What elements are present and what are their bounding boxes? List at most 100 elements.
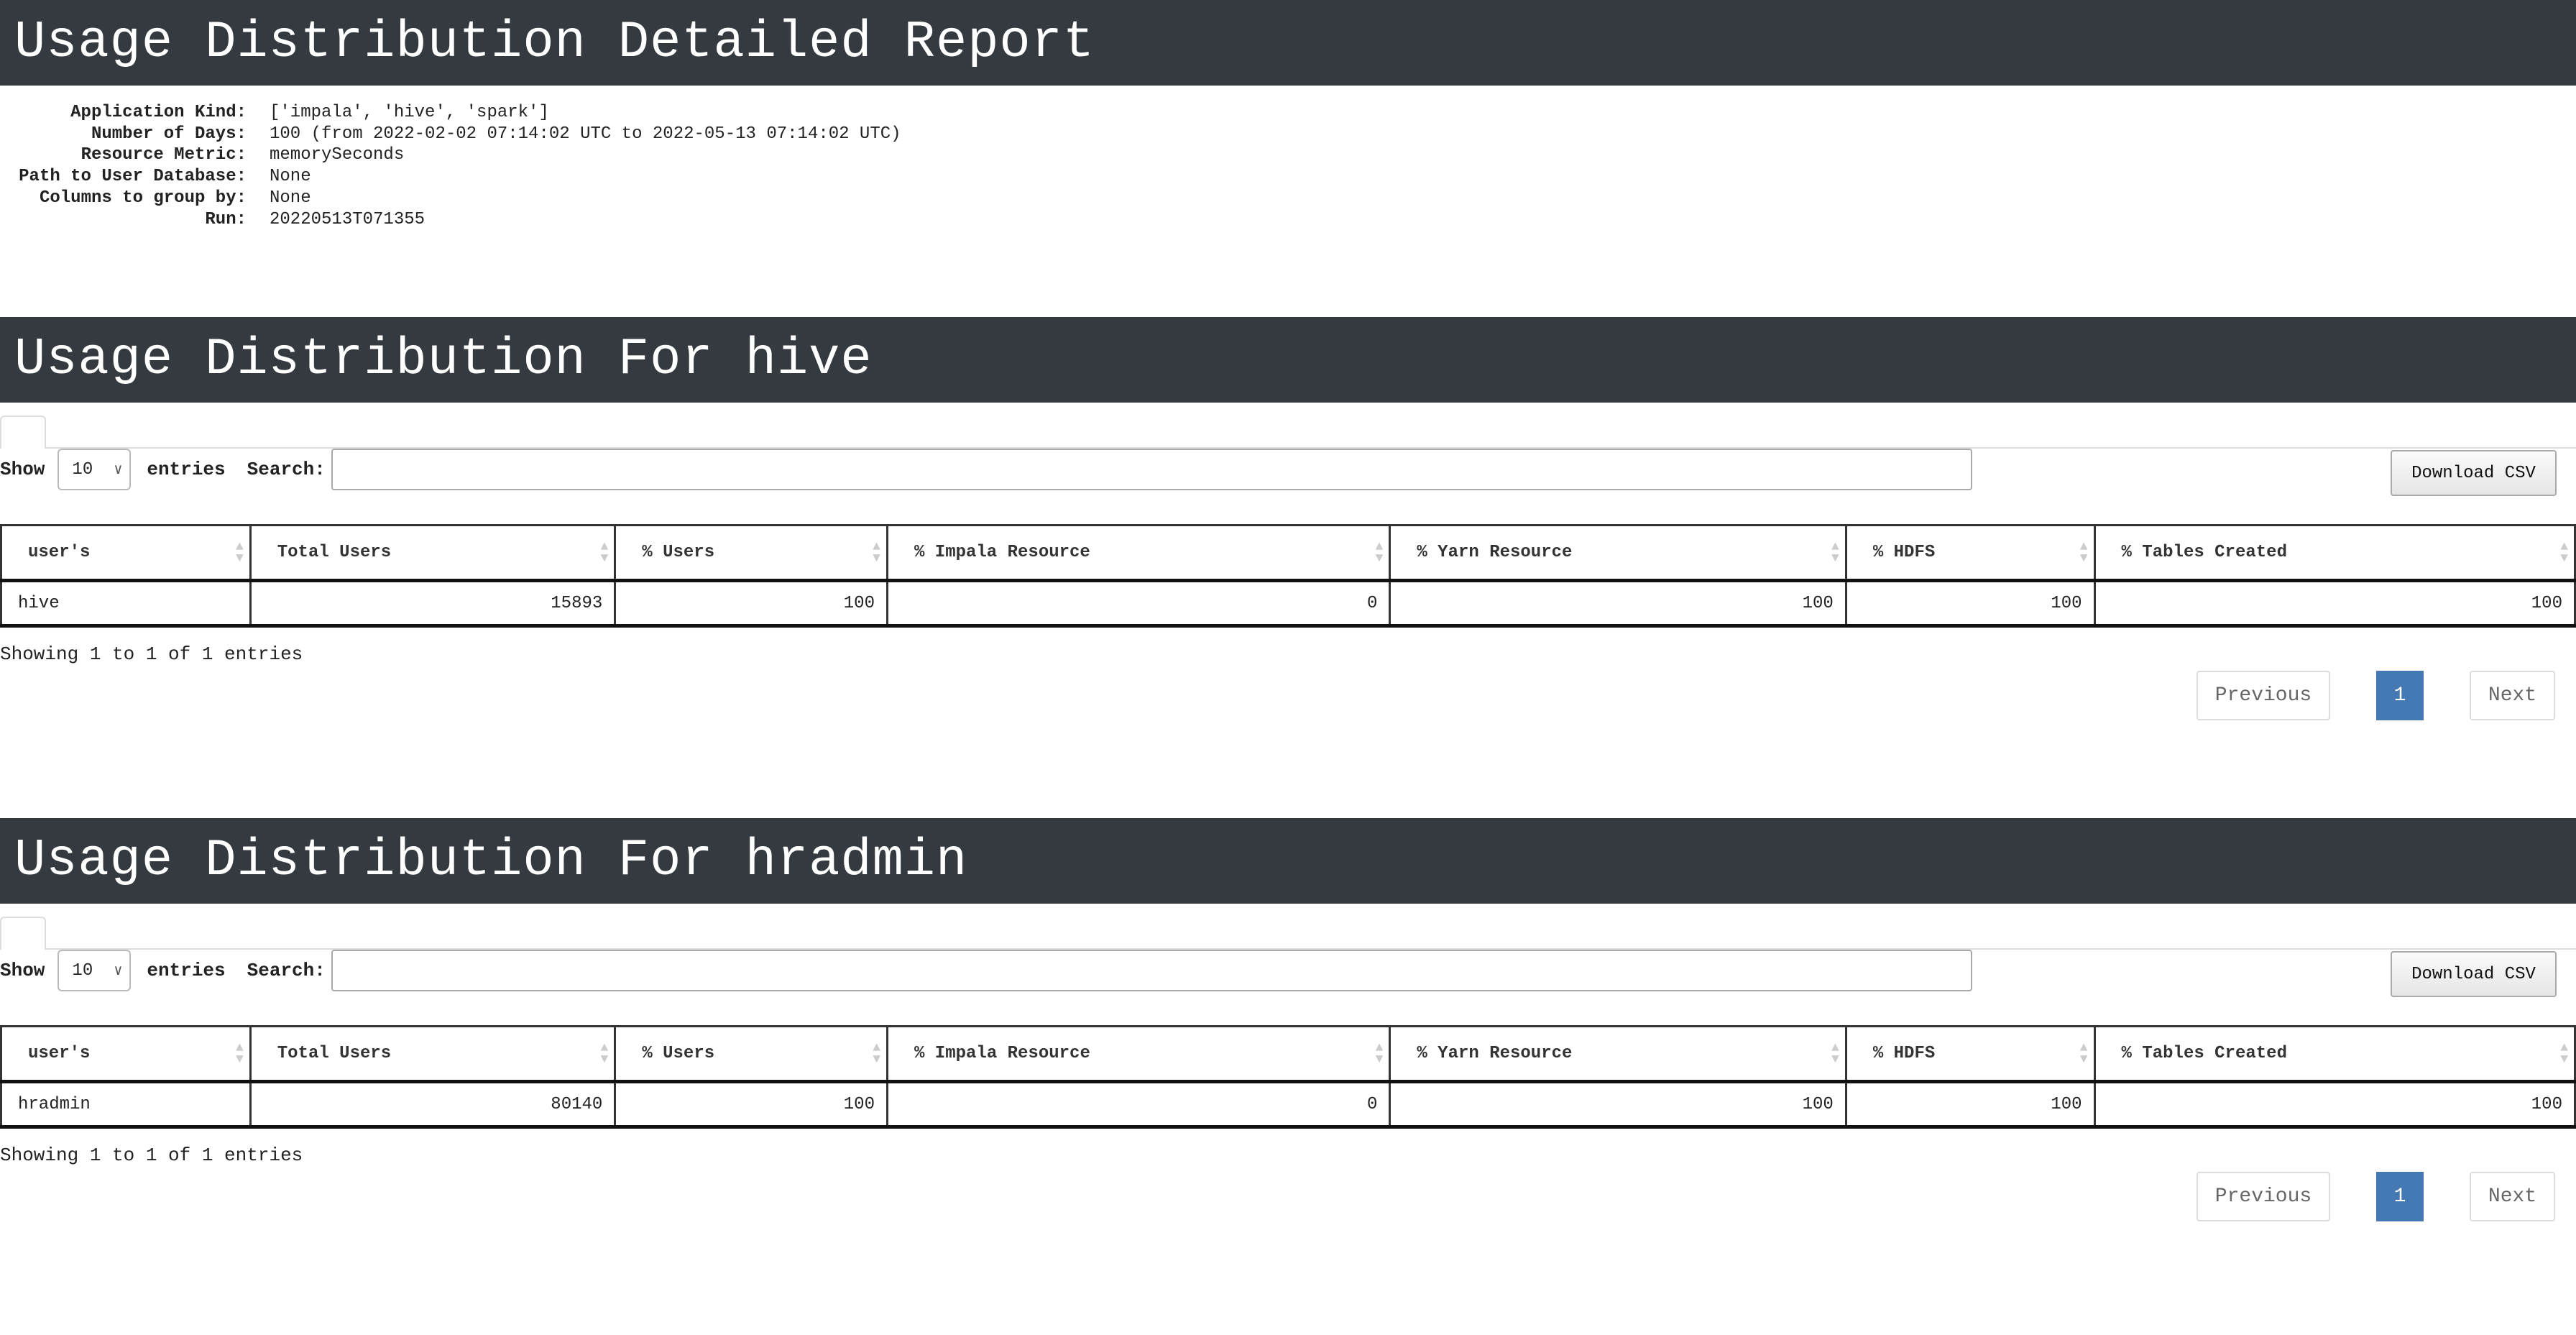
table-controls: Show 10 ∨ entries Search: [0, 449, 1972, 490]
sort-icon[interactable]: ▲ ▼ [601, 1042, 609, 1066]
info-row: Application Kind: ['impala', 'hive', 'spa… [0, 102, 901, 124]
next-button[interactable]: Next [2470, 671, 2555, 720]
column-header[interactable]: % Impala Resource ▲ ▼ [886, 1025, 1392, 1083]
column-header[interactable]: % Yarn Resource ▲ ▼ [1389, 524, 1847, 582]
column-header[interactable]: % Tables Created ▲ ▼ [2093, 1025, 2576, 1083]
next-button[interactable]: Next [2470, 1172, 2555, 1221]
sort-icon[interactable]: ▲ ▼ [2080, 541, 2088, 565]
sort-icon[interactable]: ▲ ▼ [873, 1042, 880, 1066]
column-header[interactable]: Total Users ▲ ▼ [249, 1025, 617, 1083]
table-cell: 100 [614, 1081, 888, 1129]
sort-icon[interactable]: ▲ ▼ [236, 1042, 244, 1066]
tab[interactable] [0, 917, 46, 950]
entries-select-value: 10 [72, 459, 93, 480]
sort-icon[interactable]: ▲ ▼ [1831, 541, 1839, 565]
column-header-label: Total Users [277, 1044, 392, 1063]
report-info: Application Kind: ['impala', 'hive', 'spa… [0, 102, 901, 230]
sort-icon[interactable]: ▲ ▼ [2560, 1042, 2568, 1066]
sort-icon[interactable]: ▲ ▼ [873, 541, 880, 565]
table-cell: 100 [1389, 1081, 1847, 1129]
table-header-row: user's ▲ ▼ Total Users ▲ ▼% Users ▲ ▼% Impala R… [0, 1025, 2576, 1083]
entries-select[interactable]: 10 ∨ [58, 950, 132, 991]
data-table: user's ▲ ▼ Total Users ▲ ▼% Users ▲ ▼% Impala R… [0, 524, 2576, 628]
entries-select-value: 10 [72, 960, 93, 981]
previous-button[interactable]: Previous [2196, 671, 2330, 720]
column-header[interactable]: % Users ▲ ▼ [614, 1025, 888, 1083]
column-header-label: % Tables Created [2121, 543, 2287, 562]
previous-button[interactable]: Previous [2196, 1172, 2330, 1221]
sort-icon[interactable]: ▲ ▼ [1376, 541, 1384, 565]
column-header-label: Total Users [277, 543, 392, 562]
page-1-button[interactable]: 1 [2376, 671, 2424, 720]
table-cell: 0 [886, 579, 1392, 628]
search-label: Search: [247, 459, 326, 480]
column-header[interactable]: user's ▲ ▼ [0, 524, 252, 582]
column-header[interactable]: Total Users ▲ ▼ [249, 524, 617, 582]
info-row: Path to User Database: None [0, 166, 901, 188]
column-header[interactable]: % Users ▲ ▼ [614, 524, 888, 582]
info-value: 100 (from 2022-02-02 07:14:02 UTC to 202… [270, 124, 901, 144]
column-header-label: user's [28, 1044, 91, 1063]
info-value: None [270, 167, 311, 187]
download-csv-button[interactable]: Download CSV [2391, 951, 2557, 997]
info-label: Path to User Database: [19, 167, 247, 187]
column-header-label: % Impala Resource [914, 543, 1090, 562]
table-row: hradmin 80140 100 0 100 100 100 [0, 1081, 2576, 1129]
info-value: None [270, 188, 311, 208]
report-title: Usage Distribution Detailed Report [0, 0, 2576, 86]
column-header-label: % Yarn Resource [1417, 543, 1573, 562]
column-header-label: % HDFS [1872, 1044, 1936, 1063]
search-input[interactable] [331, 950, 1972, 991]
show-label: Show [0, 960, 45, 981]
table-cell: 100 [2093, 1081, 2576, 1129]
column-header-label: % Users [642, 543, 715, 562]
column-header[interactable]: % HDFS ▲ ▼ [1844, 1025, 2096, 1083]
column-header-label: user's [28, 543, 91, 562]
section-title: Usage Distribution For hive [0, 317, 2576, 403]
table-cell: 0 [886, 1081, 1392, 1129]
table-cell: 100 [1389, 579, 1847, 628]
column-header[interactable]: % Yarn Resource ▲ ▼ [1389, 1025, 1847, 1083]
table-cell: 100 [2093, 579, 2576, 628]
entries-select[interactable]: 10 ∨ [58, 449, 132, 490]
info-label: Run: [205, 209, 247, 229]
column-header-label: % Impala Resource [914, 1044, 1090, 1063]
info-value: 20220513T071355 [270, 209, 426, 229]
column-header-label: % Users [642, 1044, 715, 1063]
table-cell: hradmin [0, 1081, 252, 1129]
table-cell: 100 [1844, 1081, 2096, 1129]
info-row: Resource Metric: memorySeconds [0, 144, 901, 166]
table-cell: 80140 [249, 1081, 617, 1129]
page-1-button[interactable]: 1 [2376, 1172, 2424, 1221]
info-value: memorySeconds [270, 145, 405, 165]
sort-icon[interactable]: ▲ ▼ [2560, 541, 2568, 565]
sort-icon[interactable]: ▲ ▼ [600, 541, 608, 565]
column-header[interactable]: % Impala Resource ▲ ▼ [886, 524, 1392, 582]
datatable-section: Show 10 ∨ entries Search: Download CSV us… [0, 403, 2576, 834]
sort-icon[interactable]: ▲ ▼ [236, 541, 244, 565]
data-table: user's ▲ ▼ Total Users ▲ ▼% Users ▲ ▼% Impala R… [0, 1025, 2576, 1129]
table-header-row: user's ▲ ▼ Total Users ▲ ▼% Users ▲ ▼% Impala R… [0, 524, 2576, 582]
info-label: Application Kind: [70, 103, 247, 122]
chevron-down-icon: ∨ [114, 462, 123, 479]
info-row: Columns to group by: None [0, 188, 901, 209]
table-controls: Show 10 ∨ entries Search: [0, 950, 1972, 991]
sort-icon[interactable]: ▲ ▼ [1831, 1042, 1839, 1066]
table-cell: 100 [614, 579, 888, 628]
column-header[interactable]: % HDFS ▲ ▼ [1844, 524, 2096, 582]
tab[interactable] [0, 416, 46, 449]
column-header[interactable]: % Tables Created ▲ ▼ [2093, 524, 2576, 582]
entries-label: entries [147, 459, 226, 480]
showing-info: Showing 1 to 1 of 1 entries [0, 643, 303, 665]
column-header[interactable]: user's ▲ ▼ [0, 1025, 252, 1083]
download-csv-button[interactable]: Download CSV [2391, 450, 2557, 496]
search-label: Search: [247, 960, 326, 981]
sort-icon[interactable]: ▲ ▼ [1376, 1042, 1384, 1066]
info-row: Number of Days: 100 (from 2022-02-02 07:1… [0, 124, 901, 145]
sort-icon[interactable]: ▲ ▼ [2080, 1042, 2088, 1066]
show-label: Show [0, 459, 45, 480]
search-input[interactable] [331, 449, 1972, 490]
entries-label: entries [147, 960, 226, 981]
table-row: hive 15893 100 0 100 100 100 [0, 579, 2576, 628]
table-cell: 15893 [249, 579, 617, 628]
